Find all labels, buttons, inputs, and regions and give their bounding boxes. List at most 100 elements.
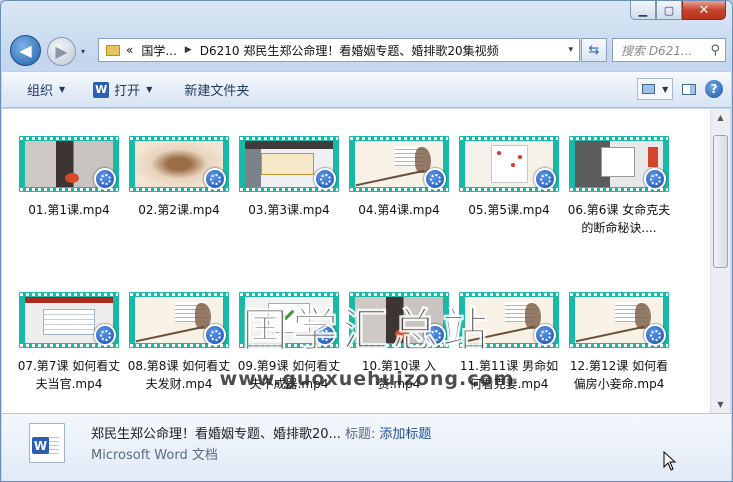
scroll-up-button[interactable]: ▲ bbox=[711, 109, 730, 126]
details-pane: W 郑民生郑公命理！看婚姻专题、婚排歌20... 标题: 添加标题 Microsof… bbox=[2, 413, 731, 481]
word-icon: W bbox=[93, 81, 110, 98]
chevron-down-icon: ▼ bbox=[717, 400, 724, 409]
maximize-button[interactable]: ▢ bbox=[656, 1, 682, 20]
word-document-icon: W bbox=[29, 423, 65, 463]
organize-button[interactable]: 组织 ▼ bbox=[2, 72, 77, 107]
media-player-icon bbox=[204, 168, 226, 190]
player-glyph-icon bbox=[209, 173, 221, 185]
mouse-cursor-icon bbox=[663, 451, 677, 471]
details-name-text: 郑民生郑公命理！看婚姻专题、婚排歌20... bbox=[91, 427, 341, 442]
file-item[interactable]: 04.第4课.mp4 bbox=[344, 136, 449, 219]
video-thumbnail bbox=[569, 292, 669, 348]
search-input[interactable]: 搜索 D621... ⚲ bbox=[612, 38, 726, 62]
video-thumbnail bbox=[239, 136, 339, 192]
scrollbar-thumb[interactable] bbox=[713, 135, 728, 268]
new-folder-label: 新建文件夹 bbox=[184, 84, 250, 99]
chevron-down-icon: ▼ bbox=[662, 84, 669, 94]
watermark-title: 国学汇总站 bbox=[242, 303, 492, 358]
file-name: 05.第5课.mp4 bbox=[468, 203, 550, 217]
file-name: 12.第12课 如何看偏房小妾命.mp4 bbox=[569, 359, 669, 391]
file-name: 04.第4课.mp4 bbox=[358, 203, 440, 217]
media-player-icon bbox=[94, 324, 116, 346]
search-placeholder: 搜索 D621... bbox=[621, 43, 693, 58]
add-title-field[interactable]: 添加标题 bbox=[379, 427, 431, 442]
maximize-icon: ▢ bbox=[663, 3, 675, 17]
file-name: 06.第6课 女命克夫的断命秘诀.... bbox=[567, 203, 671, 235]
details-file-type: Microsoft Word 文档 bbox=[91, 448, 218, 463]
file-item[interactable]: 07.第7课 如何看丈夫当官.mp4 bbox=[14, 292, 120, 393]
view-icon bbox=[641, 84, 655, 94]
breadcrumb-item-parent[interactable]: 国学... bbox=[141, 42, 176, 59]
address-bar[interactable]: « 国学... ▶ D6210 郑民生郑公命理！看婚姻专题、婚排歌20集视频 ▾ bbox=[98, 38, 580, 62]
details-file-name: 郑民生郑公命理！看婚姻专题、婚排歌20... 标题: 添加标题 bbox=[91, 423, 431, 442]
back-button[interactable]: ◀ bbox=[10, 35, 41, 66]
command-bar: 组织 ▼ W 打开 ▼ 新建文件夹 ▼ ? bbox=[2, 71, 731, 108]
forward-button[interactable]: ▶ bbox=[47, 37, 76, 66]
file-item[interactable]: 03.第3课.mp4 bbox=[234, 136, 339, 219]
media-player-icon bbox=[424, 168, 446, 190]
scroll-down-button[interactable]: ▼ bbox=[711, 396, 730, 413]
vertical-scrollbar[interactable]: ▲ ▼ bbox=[710, 109, 730, 413]
player-glyph-icon bbox=[539, 173, 551, 185]
forward-arrow-icon: ▶ bbox=[55, 42, 68, 61]
folder-icon bbox=[106, 44, 120, 56]
recent-pages-dropdown[interactable]: ▾ bbox=[81, 47, 85, 56]
file-item[interactable]: 01.第1课.mp4 bbox=[14, 136, 119, 219]
breadcrumb-overflow[interactable]: « bbox=[126, 43, 133, 57]
preview-pane-button[interactable] bbox=[679, 79, 699, 99]
file-item[interactable]: 05.第5课.mp4 bbox=[454, 136, 559, 219]
video-thumbnail bbox=[19, 136, 119, 192]
breadcrumb-item-current[interactable]: D6210 郑民生郑公命理！看婚姻专题、婚排歌20集视频 bbox=[200, 42, 499, 59]
new-folder-button[interactable]: 新建文件夹 bbox=[164, 72, 261, 107]
media-player-icon bbox=[534, 324, 556, 346]
file-name: 01.第1课.mp4 bbox=[28, 203, 110, 217]
chevron-down-icon: ▼ bbox=[59, 85, 66, 94]
watermark-url: www.guoxuehuizong.com bbox=[219, 368, 515, 390]
refresh-icon: ⇆ bbox=[588, 42, 600, 58]
media-player-icon bbox=[644, 168, 666, 190]
minimize-button[interactable]: ▁ bbox=[630, 1, 656, 20]
open-label: 打开 bbox=[114, 84, 141, 99]
word-icon: W bbox=[32, 437, 49, 454]
media-player-icon bbox=[94, 168, 116, 190]
player-glyph-icon bbox=[649, 329, 661, 341]
file-item[interactable]: 02.第2课.mp4 bbox=[124, 136, 229, 219]
preview-pane-icon bbox=[682, 83, 696, 95]
file-item[interactable]: 12.第12课 如何看偏房小妾命.mp4 bbox=[564, 292, 669, 393]
chevron-down-icon: ▾ bbox=[81, 47, 86, 56]
player-glyph-icon bbox=[539, 329, 551, 341]
player-glyph-icon bbox=[99, 173, 111, 185]
help-button[interactable]: ? bbox=[705, 80, 723, 98]
minimize-icon: ▁ bbox=[638, 3, 648, 17]
help-icon: ? bbox=[710, 82, 718, 96]
video-thumbnail bbox=[19, 292, 119, 348]
video-thumbnail bbox=[569, 136, 669, 192]
chevron-up-icon: ▲ bbox=[717, 113, 724, 122]
video-thumbnail bbox=[129, 292, 229, 348]
refresh-button[interactable]: ⇆ bbox=[581, 38, 607, 62]
file-list: 01.第1课.mp4 02.第2课.mp4 03.第3课.mp4 04.第4课.mp4… bbox=[2, 109, 710, 413]
change-view-button[interactable]: ▼ bbox=[637, 78, 673, 100]
video-thumbnail bbox=[459, 136, 559, 192]
close-button[interactable]: ✕ bbox=[682, 1, 726, 20]
player-glyph-icon bbox=[99, 329, 111, 341]
chevron-down-icon: ▼ bbox=[146, 85, 153, 94]
media-player-icon bbox=[314, 168, 336, 190]
open-button[interactable]: W 打开 ▼ bbox=[77, 72, 164, 107]
breadcrumb-separator-icon: ▶ bbox=[184, 45, 192, 55]
search-icon[interactable]: ⚲ bbox=[710, 43, 720, 58]
player-glyph-icon bbox=[319, 173, 331, 185]
file-name: 03.第3课.mp4 bbox=[248, 203, 330, 217]
close-icon: ✕ bbox=[698, 2, 710, 18]
player-glyph-icon bbox=[649, 173, 661, 185]
file-item[interactable]: 06.第6课 女命克夫的断命秘诀.... bbox=[564, 136, 670, 237]
player-glyph-icon bbox=[429, 173, 441, 185]
details-tag-label: 标题: bbox=[344, 427, 376, 442]
video-thumbnail bbox=[349, 136, 449, 192]
explorer-window: ▁ ▢ ✕ ◀ ▶ ▾ « 国学... ▶ D6210 郑民生郑公命理！看婚姻专… bbox=[0, 0, 733, 482]
video-thumbnail bbox=[129, 136, 229, 192]
address-dropdown-icon[interactable]: ▾ bbox=[568, 45, 573, 55]
organize-label: 组织 bbox=[27, 84, 54, 99]
media-player-icon bbox=[644, 324, 666, 346]
caption-buttons: ▁ ▢ ✕ bbox=[630, 1, 726, 20]
